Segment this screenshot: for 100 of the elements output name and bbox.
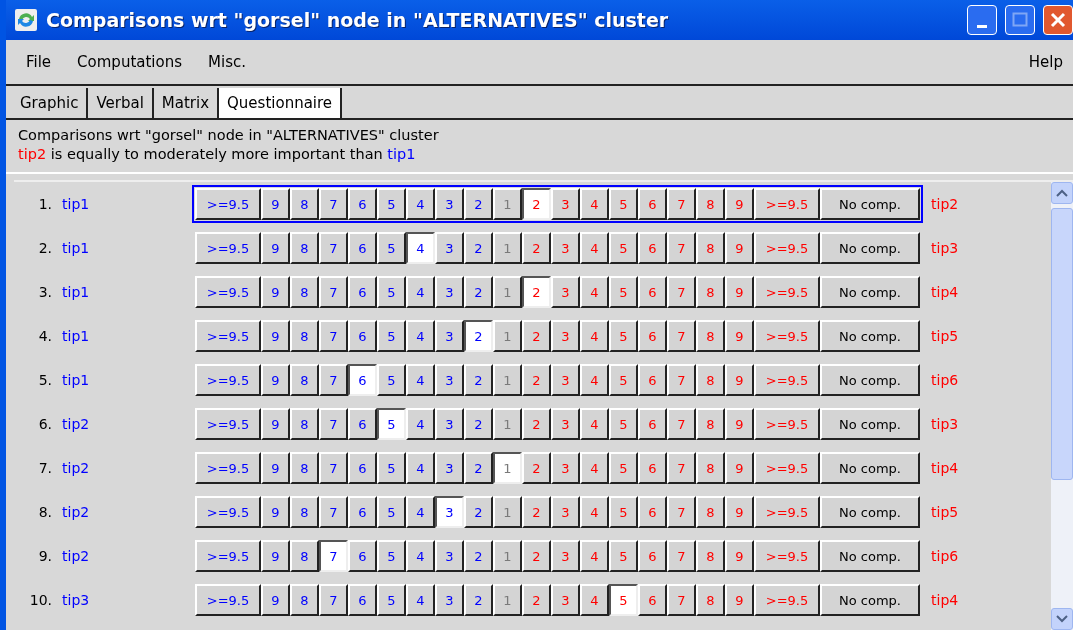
scale-button[interactable]: 5 bbox=[377, 188, 406, 220]
scale-button[interactable]: 6 bbox=[348, 540, 377, 572]
scale-button[interactable]: 2 bbox=[464, 540, 493, 572]
scale-button[interactable]: 9 bbox=[261, 232, 290, 264]
scale-button[interactable]: 7 bbox=[319, 232, 348, 264]
scale-button[interactable]: No comp. bbox=[820, 540, 920, 572]
scale-button[interactable]: 4 bbox=[406, 496, 435, 528]
scale-button[interactable]: 4 bbox=[406, 584, 435, 616]
scale-button[interactable]: 6 bbox=[348, 232, 377, 264]
scale-button[interactable]: 5 bbox=[377, 364, 406, 396]
scale-button[interactable]: 3 bbox=[435, 584, 464, 616]
scale-button[interactable]: >=9.5 bbox=[195, 232, 261, 264]
scale-button[interactable]: 3 bbox=[435, 452, 464, 484]
scale-button[interactable]: 9 bbox=[261, 452, 290, 484]
scale-button[interactable]: 6 bbox=[348, 188, 377, 220]
scale-button[interactable]: 8 bbox=[290, 452, 319, 484]
scale-button[interactable]: 4 bbox=[406, 364, 435, 396]
scale-button[interactable]: 5 bbox=[609, 584, 638, 616]
scale-button[interactable]: 4 bbox=[406, 540, 435, 572]
scale-button[interactable]: 8 bbox=[290, 276, 319, 308]
scale-button[interactable]: 7 bbox=[319, 276, 348, 308]
close-button[interactable] bbox=[1043, 5, 1073, 35]
scale-button[interactable]: 1 bbox=[493, 188, 522, 220]
scrollbar[interactable] bbox=[1051, 182, 1073, 630]
scale-button[interactable]: 1 bbox=[493, 540, 522, 572]
scale-button[interactable]: 6 bbox=[348, 408, 377, 440]
scale-button[interactable]: No comp. bbox=[820, 496, 920, 528]
scale-button[interactable]: 2 bbox=[522, 188, 551, 220]
scale-button[interactable]: 1 bbox=[493, 452, 522, 484]
scale-button[interactable]: 9 bbox=[261, 496, 290, 528]
scale-button[interactable]: 2 bbox=[464, 364, 493, 396]
scroll-down-icon[interactable] bbox=[1051, 608, 1073, 630]
scale-button[interactable]: >=9.5 bbox=[195, 276, 261, 308]
scale-button[interactable]: 4 bbox=[406, 232, 435, 264]
scale-button[interactable]: 6 bbox=[348, 320, 377, 352]
scale-button[interactable]: 1 bbox=[493, 232, 522, 264]
scale-button[interactable]: 9 bbox=[261, 408, 290, 440]
scale-button[interactable]: 1 bbox=[493, 584, 522, 616]
scale-button[interactable]: 3 bbox=[435, 320, 464, 352]
scale-button[interactable]: >=9.5 bbox=[195, 584, 261, 616]
scale-button[interactable]: 5 bbox=[377, 408, 406, 440]
scale-button[interactable]: 9 bbox=[261, 188, 290, 220]
scale-button[interactable]: 2 bbox=[464, 496, 493, 528]
scale-button[interactable]: 8 bbox=[290, 188, 319, 220]
scale-button[interactable]: 7 bbox=[319, 408, 348, 440]
scale-button[interactable]: 7 bbox=[319, 540, 348, 572]
scale-button[interactable]: 5 bbox=[377, 232, 406, 264]
scale-button[interactable]: >=9.5 bbox=[195, 320, 261, 352]
scale-button[interactable]: 8 bbox=[290, 584, 319, 616]
scale-button[interactable]: 7 bbox=[319, 584, 348, 616]
scale-button[interactable]: No comp. bbox=[820, 276, 920, 308]
scale-button[interactable]: 4 bbox=[406, 452, 435, 484]
scale-button[interactable]: 9 bbox=[261, 320, 290, 352]
scale-button[interactable]: 3 bbox=[435, 408, 464, 440]
minimize-button[interactable] bbox=[967, 5, 997, 35]
scale-button[interactable]: 1 bbox=[493, 320, 522, 352]
scale-button[interactable]: 5 bbox=[377, 540, 406, 572]
scale-button[interactable]: No comp. bbox=[820, 232, 920, 264]
scale-button[interactable]: 2 bbox=[464, 452, 493, 484]
scale-button[interactable]: No comp. bbox=[820, 320, 920, 352]
menu-item[interactable]: Help bbox=[1028, 53, 1063, 71]
scale-button[interactable]: 4 bbox=[406, 320, 435, 352]
scale-button[interactable]: 2 bbox=[464, 276, 493, 308]
scale-button[interactable]: 3 bbox=[435, 276, 464, 308]
scale-button[interactable]: 1 bbox=[493, 496, 522, 528]
scale-button[interactable]: No comp. bbox=[820, 188, 920, 220]
scale-button[interactable]: 6 bbox=[348, 364, 377, 396]
scale-button[interactable]: 4 bbox=[406, 408, 435, 440]
scale-button[interactable]: 1 bbox=[493, 408, 522, 440]
scale-button[interactable]: 3 bbox=[435, 232, 464, 264]
scale-button[interactable]: 2 bbox=[464, 188, 493, 220]
scale-button[interactable]: 4 bbox=[406, 276, 435, 308]
scale-button[interactable]: 3 bbox=[435, 364, 464, 396]
scale-button[interactable]: No comp. bbox=[820, 584, 920, 616]
scale-button[interactable]: 5 bbox=[377, 584, 406, 616]
scale-button[interactable]: >=9.5 bbox=[195, 540, 261, 572]
scale-button[interactable]: 3 bbox=[435, 188, 464, 220]
scale-button[interactable]: 6 bbox=[348, 496, 377, 528]
scale-button[interactable]: 3 bbox=[435, 540, 464, 572]
scroll-up-icon[interactable] bbox=[1051, 182, 1073, 204]
scale-button[interactable]: 6 bbox=[348, 276, 377, 308]
scale-button[interactable]: 5 bbox=[377, 496, 406, 528]
scale-button[interactable]: 9 bbox=[261, 540, 290, 572]
scale-button[interactable]: 3 bbox=[435, 496, 464, 528]
scale-button[interactable]: 1 bbox=[493, 276, 522, 308]
scale-button[interactable]: 8 bbox=[290, 496, 319, 528]
scale-button[interactable]: No comp. bbox=[820, 408, 920, 440]
tab[interactable]: Questionnaire bbox=[219, 88, 343, 118]
scale-button[interactable]: 8 bbox=[290, 408, 319, 440]
scroll-thumb[interactable] bbox=[1051, 208, 1073, 480]
scale-button[interactable]: 6 bbox=[348, 584, 377, 616]
scale-button[interactable]: 7 bbox=[319, 496, 348, 528]
scale-button[interactable]: 5 bbox=[377, 276, 406, 308]
scale-button[interactable]: >=9.5 bbox=[195, 496, 261, 528]
scale-button[interactable]: >=9.5 bbox=[195, 364, 261, 396]
scale-button[interactable]: 7 bbox=[319, 320, 348, 352]
scale-button[interactable]: 8 bbox=[290, 320, 319, 352]
scale-button[interactable]: 2 bbox=[464, 232, 493, 264]
scale-button[interactable]: 7 bbox=[319, 452, 348, 484]
scale-button[interactable]: 8 bbox=[290, 364, 319, 396]
